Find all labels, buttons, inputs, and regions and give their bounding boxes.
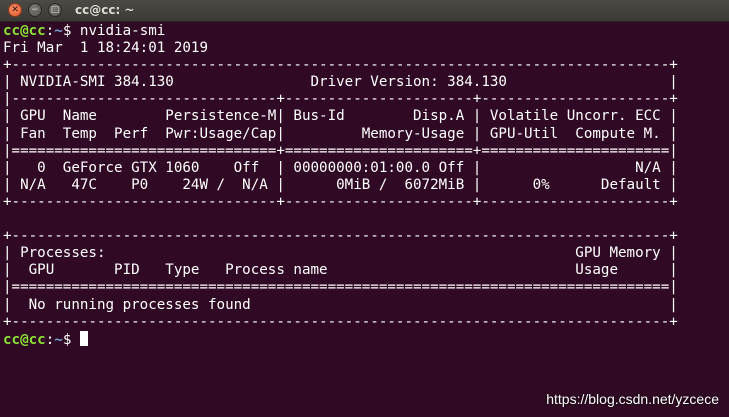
- smi-column-header-1: | GPU Name Persistence-M| Bus-Id Disp.A …: [3, 108, 678, 125]
- window-title: cc@cc: ~: [75, 3, 135, 17]
- command-text: nvidia-smi: [79, 23, 166, 39]
- maximize-icon[interactable]: □: [48, 3, 62, 17]
- prompt-user: cc@cc: [3, 331, 46, 348]
- smi-divider: |-------------------------------+-------…: [3, 91, 678, 108]
- processes-header-1: | Processes: GPU Memory |: [3, 245, 678, 262]
- minimize-icon[interactable]: −: [28, 3, 42, 17]
- prompt-separator: :: [45, 331, 55, 348]
- gpu-row-1: | 0 GeForce GTX 1060 Off | 00000000:01:0…: [3, 159, 678, 176]
- smi-table-bottom: +-------------------------------+-------…: [3, 193, 678, 210]
- prompt-separator: :: [45, 23, 55, 39]
- smi-top-border: +---------------------------------------…: [3, 57, 678, 74]
- processes-divider: |=======================================…: [3, 279, 678, 296]
- command-line: cc@cc:~$ nvidia-smi: [3, 23, 729, 40]
- processes-top-border: +---------------------------------------…: [3, 228, 678, 245]
- gpu-row-2: | N/A 47C P0 24W / N/A | 0MiB / 6072MiB …: [3, 176, 678, 193]
- processes-header-2: | GPU PID Type Process name Usage |: [3, 262, 678, 279]
- processes-bottom-border: +---------------------------------------…: [3, 313, 678, 330]
- text-cursor[interactable]: [79, 330, 88, 346]
- prompt-symbol: $: [62, 23, 80, 39]
- prompt-path: ~: [54, 331, 63, 348]
- watermark: https://blog.csdn.net/yzcece: [546, 391, 719, 407]
- processes-message: | No running processes found |: [3, 296, 678, 313]
- terminal-output[interactable]: cc@cc:~$ nvidia-smi Fri Mar 1 18:24:01 2…: [3, 23, 729, 417]
- prompt-path: ~: [54, 23, 63, 39]
- active-prompt-line[interactable]: cc@cc:~$: [3, 330, 729, 348]
- prompt-symbol: $: [62, 331, 80, 348]
- smi-version-header: | NVIDIA-SMI 384.130 Driver Version: 384…: [3, 74, 678, 91]
- smi-column-header-2: | Fan Temp Perf Pwr:Usage/Cap| Memory-Us…: [3, 125, 678, 142]
- smi-double-divider: |===============================+=======…: [3, 142, 678, 159]
- prompt-user: cc@cc: [3, 23, 46, 39]
- terminal-window: ✕ − □ cc@cc: ~ cc@cc:~$ nvidia-smi Fri M…: [0, 0, 729, 417]
- close-icon[interactable]: ✕: [8, 3, 22, 17]
- timestamp: Fri Mar 1 18:24:01 2019: [3, 40, 208, 57]
- title-bar[interactable]: ✕ − □ cc@cc: ~: [0, 0, 729, 22]
